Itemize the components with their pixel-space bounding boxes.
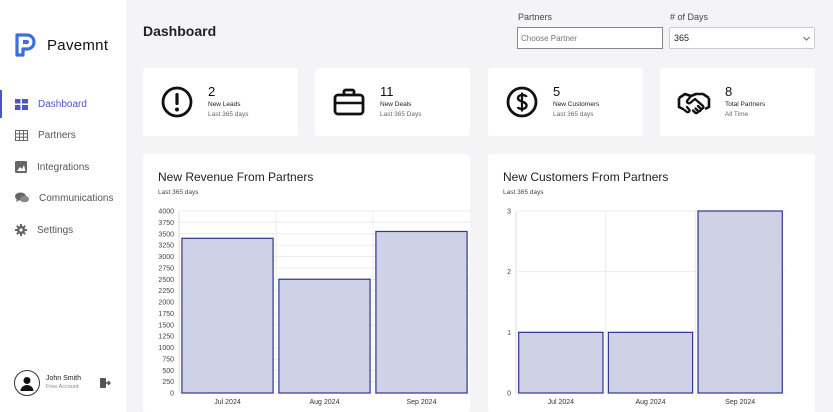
bar-aug-2024 xyxy=(278,278,371,394)
y-tick-label: 2000 xyxy=(158,300,174,307)
y-tick-label: 1250 xyxy=(158,334,174,341)
stat-card-new-deals: 11 New Deals Last 365 Days xyxy=(315,68,470,136)
sidebar-item-integrations[interactable]: Integrations xyxy=(0,153,126,181)
y-tick-label: 500 xyxy=(162,368,174,375)
x-tick-label: Aug 2024 xyxy=(310,399,340,406)
x-tick-label: Sep 2024 xyxy=(725,399,755,406)
page-title: Dashboard xyxy=(143,23,217,39)
dashboard-grid-icon xyxy=(15,98,28,110)
x-tick-label: Aug 2024 xyxy=(636,399,666,406)
y-tick-label: 2250 xyxy=(158,288,174,295)
bar-sep-2024 xyxy=(697,210,783,394)
y-tick-label: 3500 xyxy=(158,231,174,238)
bar-jul-2024 xyxy=(518,331,604,394)
stat-card-total-partners: 8 Total Partners All Time xyxy=(660,68,815,136)
avatar[interactable] xyxy=(14,370,40,396)
bar-aug-2024 xyxy=(607,331,694,394)
days-label: # of Days xyxy=(670,12,709,22)
stat-subtitle: All Time xyxy=(725,111,749,118)
y-tick-label: 0 xyxy=(507,391,511,398)
stat-label: New Leads xyxy=(208,101,241,108)
dollar-circle-icon xyxy=(506,86,538,118)
stat-label: New Deals xyxy=(380,101,412,108)
days-select[interactable]: 365 xyxy=(669,27,815,49)
y-tick-label: 2500 xyxy=(158,277,174,284)
x-tick-label: Jul 2024 xyxy=(548,399,575,406)
handshake-icon xyxy=(677,92,711,115)
customers-chart-card: New Customers From Partners Last 365 day… xyxy=(488,154,815,412)
revenue-chart-card: New Revenue From Partners Last 365 days … xyxy=(143,154,470,412)
days-select-value: 365 xyxy=(674,33,690,43)
chat-icon xyxy=(15,192,29,203)
y-tick-label: 0 xyxy=(170,391,174,398)
sidebar-item-label: Partners xyxy=(38,129,76,141)
stat-value: 5 xyxy=(553,84,561,99)
image-icon xyxy=(15,161,27,173)
sidebar-item-label: Communications xyxy=(39,192,114,204)
logout-icon[interactable] xyxy=(100,378,111,388)
revenue-bar-chart: 0 250 500 750 1000 1250 1500 1750 2000 2250 2500 27… xyxy=(158,209,470,406)
stat-label: New Customers xyxy=(553,101,600,108)
gear-icon xyxy=(15,224,27,236)
customers-bar-chart: 0 1 2 3 Jul 2024 Aug 2024 Sep 2024 xyxy=(507,209,785,406)
stat-subtitle: Last 365 Days xyxy=(380,111,422,118)
stat-label: Total Partners xyxy=(725,101,766,108)
y-tick-label: 3 xyxy=(507,209,511,216)
y-tick-label: 1500 xyxy=(158,322,174,329)
sidebar-item-label: Settings xyxy=(37,224,74,236)
sidebar-item-settings[interactable]: Settings xyxy=(0,216,126,244)
stat-value: 11 xyxy=(380,84,394,99)
y-tick-label: 1750 xyxy=(158,311,174,318)
x-tick-label: Sep 2024 xyxy=(407,399,437,406)
logo[interactable]: Pavemnt xyxy=(14,32,108,58)
sidebar-item-communications[interactable]: Communications xyxy=(0,184,126,212)
sidebar-item-label: Dashboard xyxy=(38,98,87,110)
bar-jul-2024 xyxy=(181,237,274,394)
y-tick-label: 2750 xyxy=(158,265,174,272)
bar-sep-2024 xyxy=(375,230,468,394)
table-icon xyxy=(15,129,28,141)
stat-subtitle: Last 365 days xyxy=(553,111,594,118)
y-tick-label: 1000 xyxy=(158,345,174,352)
stat-subtitle: Last 365 days xyxy=(208,111,249,118)
chevron-down-icon xyxy=(803,36,810,41)
y-tick-label: 3000 xyxy=(158,254,174,261)
user-icon xyxy=(20,377,34,391)
y-tick-label: 1 xyxy=(507,330,511,337)
partners-label: Partners xyxy=(518,12,553,22)
sidebar-item-label: Integrations xyxy=(37,161,90,173)
y-tick-label: 750 xyxy=(162,356,174,363)
y-tick-label: 250 xyxy=(162,379,174,386)
x-tick-label: Jul 2024 xyxy=(214,399,241,406)
stat-value: 2 xyxy=(208,84,216,99)
sidebar: Pavemnt Dashboard Partners Integrations … xyxy=(0,0,126,412)
user-plan: Free Account xyxy=(46,384,79,390)
stat-card-new-customers: 5 New Customers Last 365 days xyxy=(488,68,643,136)
pavemnt-logo-icon xyxy=(15,33,36,57)
y-tick-label: 3250 xyxy=(158,243,174,250)
stat-card-new-leads: 2 New Leads Last 365 days xyxy=(143,68,298,136)
y-tick-label: 4000 xyxy=(158,209,174,216)
sidebar-item-partners[interactable]: Partners xyxy=(0,121,126,149)
y-tick-label: 2 xyxy=(507,269,511,276)
app-name: Pavemnt xyxy=(47,36,109,54)
partner-search-input[interactable] xyxy=(517,27,663,49)
user-profile[interactable]: John Smith Free Account xyxy=(14,370,118,396)
exclamation-circle-icon xyxy=(161,86,193,118)
sidebar-item-dashboard[interactable]: Dashboard xyxy=(0,90,126,118)
y-tick-label: 3750 xyxy=(158,220,174,227)
user-name: John Smith xyxy=(46,375,82,382)
briefcase-icon xyxy=(333,88,365,116)
stat-value: 8 xyxy=(725,84,733,99)
